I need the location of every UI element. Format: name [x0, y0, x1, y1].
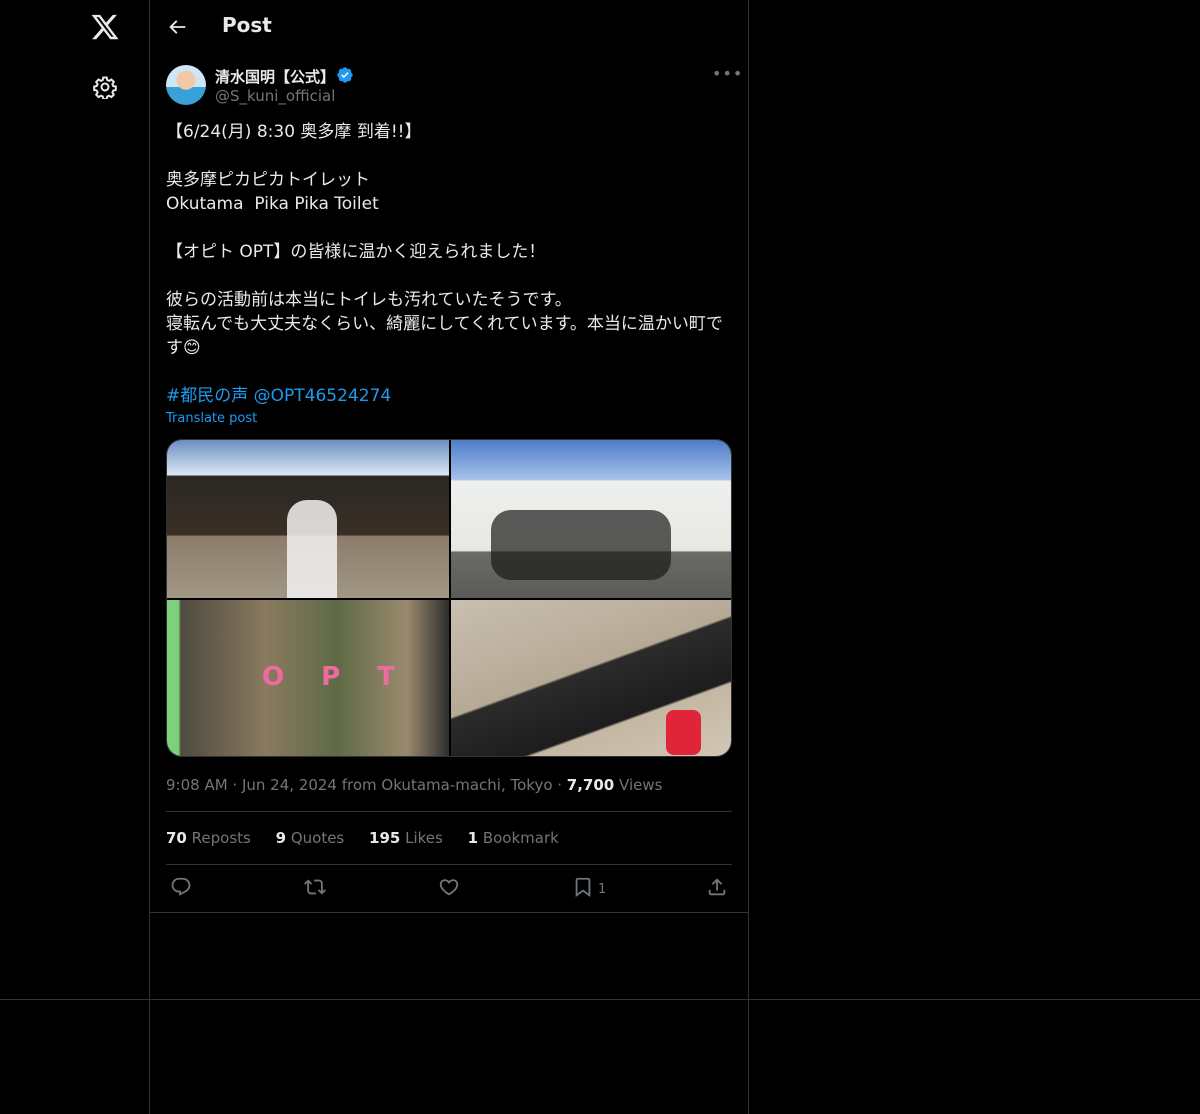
bookmarks-label: Bookmark	[478, 829, 559, 847]
mention-link[interactable]: @OPT46524274	[254, 386, 392, 406]
bookmarks-stat[interactable]: 1 Bookmark	[468, 829, 559, 847]
quotes-label: Quotes	[286, 829, 345, 847]
photo-van-group[interactable]	[451, 440, 731, 598]
divider	[0, 999, 1200, 1000]
views-count: 7,700	[566, 776, 615, 794]
repost-icon[interactable]	[304, 876, 328, 900]
likes-stat[interactable]: 195 Likes	[369, 829, 443, 847]
translate-post-link[interactable]: Translate post	[166, 411, 257, 426]
action-bar: 1	[150, 876, 748, 902]
author-handle[interactable]: @S_kuni_official	[215, 87, 335, 105]
author-name[interactable]: 清水国明【公式】	[215, 66, 335, 87]
post-header: Post	[150, 0, 748, 54]
post-text: 【6/24(月) 8:30 奥多摩 到着!!】 奥多摩ピカピカトイレット Oku…	[166, 122, 723, 358]
likes-count: 195	[369, 829, 401, 847]
bookmark-count: 1	[598, 882, 607, 897]
arrow-left-icon[interactable]	[166, 16, 188, 38]
media-grid	[166, 439, 732, 757]
bookmarks-count: 1	[467, 829, 479, 847]
quotes-count: 9	[275, 829, 287, 847]
verified-badge-icon[interactable]	[336, 66, 354, 84]
like-heart-icon[interactable]	[438, 876, 462, 900]
gear-icon[interactable]	[93, 75, 117, 99]
photo-station[interactable]	[167, 440, 449, 598]
photo-opt-poster[interactable]	[167, 600, 449, 756]
post-meta: 9:08 AM · Jun 24, 2024 from Okutama-mach…	[166, 776, 662, 794]
main-column: Post 清水国明【公式】 @S_kuni_official ••• 【6/24…	[150, 0, 749, 1114]
share-icon[interactable]	[706, 876, 730, 900]
reposts-stat[interactable]: 70 Reposts	[166, 829, 251, 847]
bookmark-icon[interactable]	[572, 876, 596, 900]
views-label: Views	[614, 776, 663, 794]
divider	[166, 864, 732, 865]
left-nav-rail	[0, 0, 150, 1114]
quotes-stat[interactable]: 9 Quotes	[276, 829, 345, 847]
divider	[150, 912, 748, 913]
post-timestamp[interactable]: 9:08 AM · Jun 24, 2024 from Okutama-mach…	[166, 776, 567, 794]
reply-icon[interactable]	[170, 876, 194, 900]
likes-label: Likes	[400, 829, 443, 847]
post-links: #都民の声 @OPT46524274	[166, 384, 391, 408]
page-title: Post	[222, 13, 272, 37]
x-logo-icon[interactable]	[90, 12, 120, 42]
divider	[166, 811, 732, 812]
avatar[interactable]	[166, 65, 206, 105]
engagement-stats: 70 Reposts 9 Quotes 195 Likes 1 Bookmark	[166, 829, 579, 847]
photo-lying-floor[interactable]	[451, 600, 731, 756]
reposts-label: Reposts	[186, 829, 251, 847]
more-options-icon[interactable]: •••	[712, 64, 742, 84]
hashtag-link[interactable]: #都民の声	[166, 386, 248, 406]
reposts-count: 70	[166, 829, 187, 847]
